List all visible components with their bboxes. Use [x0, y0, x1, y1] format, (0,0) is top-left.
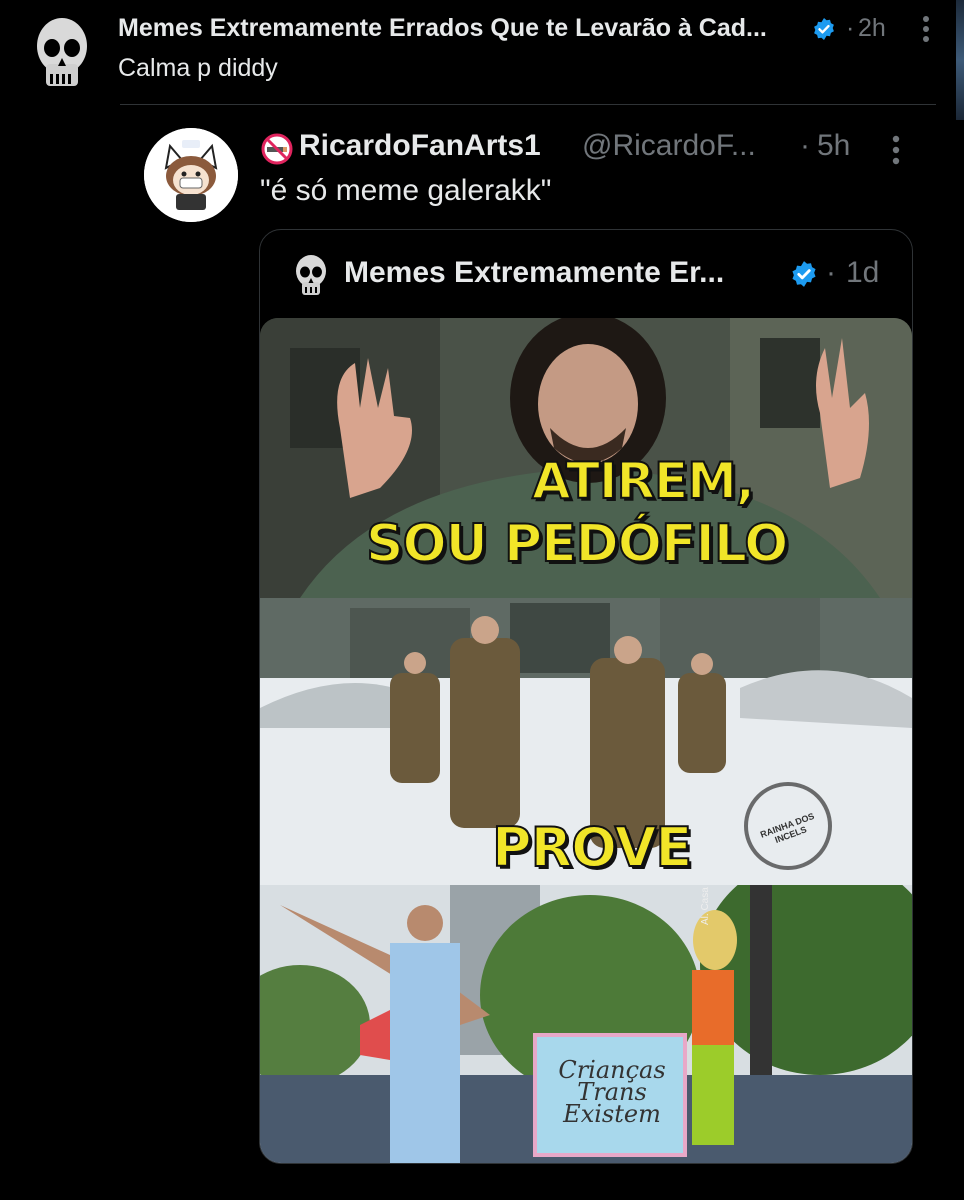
- skull-avatar[interactable]: [34, 16, 90, 92]
- protest-sign: Crianças Trans Existem: [542, 1058, 682, 1128]
- reply-text: Calma p diddy: [118, 54, 278, 82]
- meme-panel-surrender: ATIREM, SOU PEDÓFILO: [260, 318, 912, 598]
- no-smoking-icon: [261, 133, 293, 165]
- quoted-separator: ·: [826, 256, 836, 289]
- reply-timestamp[interactable]: 2h: [858, 14, 886, 43]
- post-timestamp[interactable]: 5h: [817, 129, 850, 163]
- divider: [120, 104, 936, 105]
- background-edge: [956, 0, 964, 120]
- meme-caption: SOU PEDÓFILO: [365, 513, 789, 575]
- cat-girl-avatar[interactable]: [144, 128, 238, 222]
- sign-line: Existem: [563, 1100, 661, 1128]
- meme-panel-soldiers: RAINHA DOS INCELS PROVE: [260, 598, 912, 885]
- meme-panel-parade: Crianças Trans Existem Al. Casa Branca: [260, 885, 912, 1163]
- quoted-author-name[interactable]: Memes Extremamente Er...: [344, 256, 724, 290]
- reply-author-name[interactable]: Memes Extremamente Errados Que te Levarã…: [118, 14, 767, 43]
- post-author-name[interactable]: RicardoFanArts1: [299, 129, 541, 163]
- post-separator: ·: [800, 129, 810, 162]
- meme-image[interactable]: ATIREM, SOU PEDÓFILO RAINHA DOS INCELS P…: [260, 318, 912, 1163]
- post-text: "é só meme galerakk": [260, 174, 552, 207]
- verified-badge-icon: [814, 18, 834, 40]
- quoted-tweet[interactable]: Memes Extremamente Er... · 1d ATIREM, SO…: [259, 229, 913, 1164]
- street-sign: Al. Casa Branca: [700, 885, 711, 925]
- reply-tweet[interactable]: Memes Extremamente Errados Que te Levarã…: [0, 0, 956, 104]
- meme-caption: ATIREM,: [531, 451, 756, 511]
- more-options-icon[interactable]: [884, 132, 908, 168]
- post-author-handle[interactable]: @RicardoF...: [582, 129, 756, 163]
- quoted-timestamp[interactable]: 1d: [846, 256, 879, 290]
- verified-badge-icon: [792, 261, 816, 287]
- meme-caption: PROVE: [491, 815, 693, 880]
- reply-separator: ·: [846, 14, 855, 42]
- skull-avatar: [296, 255, 326, 295]
- more-options-icon[interactable]: [914, 12, 938, 46]
